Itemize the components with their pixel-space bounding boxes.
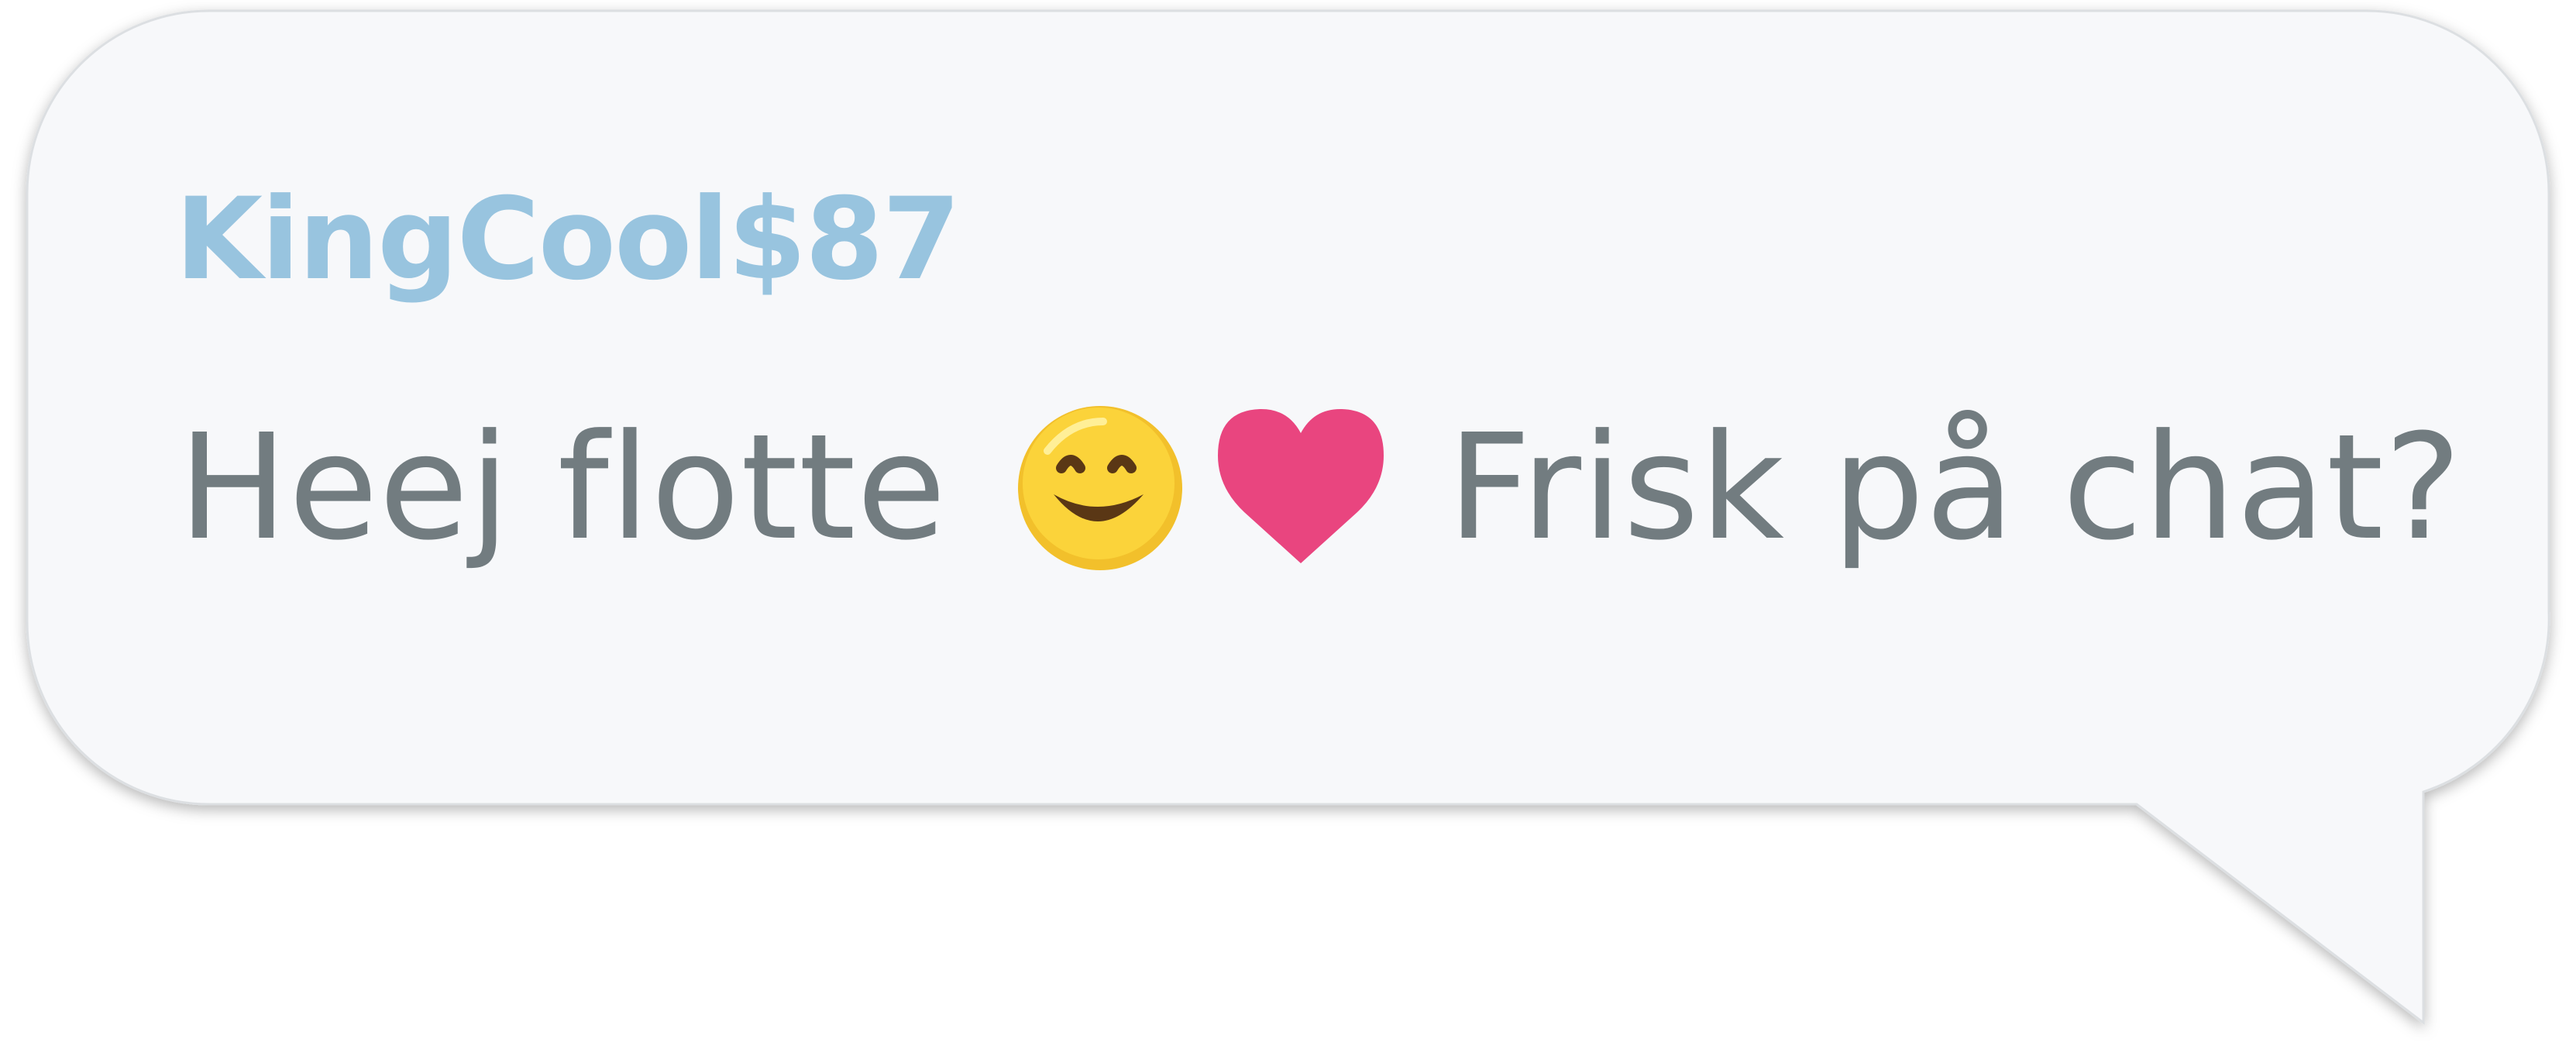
- smiling-face-icon: [1018, 406, 1183, 570]
- message-body: Heej flotte Frisk på chat?: [178, 387, 2462, 589]
- heart-icon: [1218, 408, 1384, 563]
- message-text-end: Frisk på chat?: [1447, 403, 2463, 573]
- message-text-start: Heej flotte: [178, 403, 948, 573]
- username: KingCool$87: [175, 174, 961, 305]
- chat-message: KingCool$87 Heej flotte Frisk på chat?: [0, 0, 2576, 1063]
